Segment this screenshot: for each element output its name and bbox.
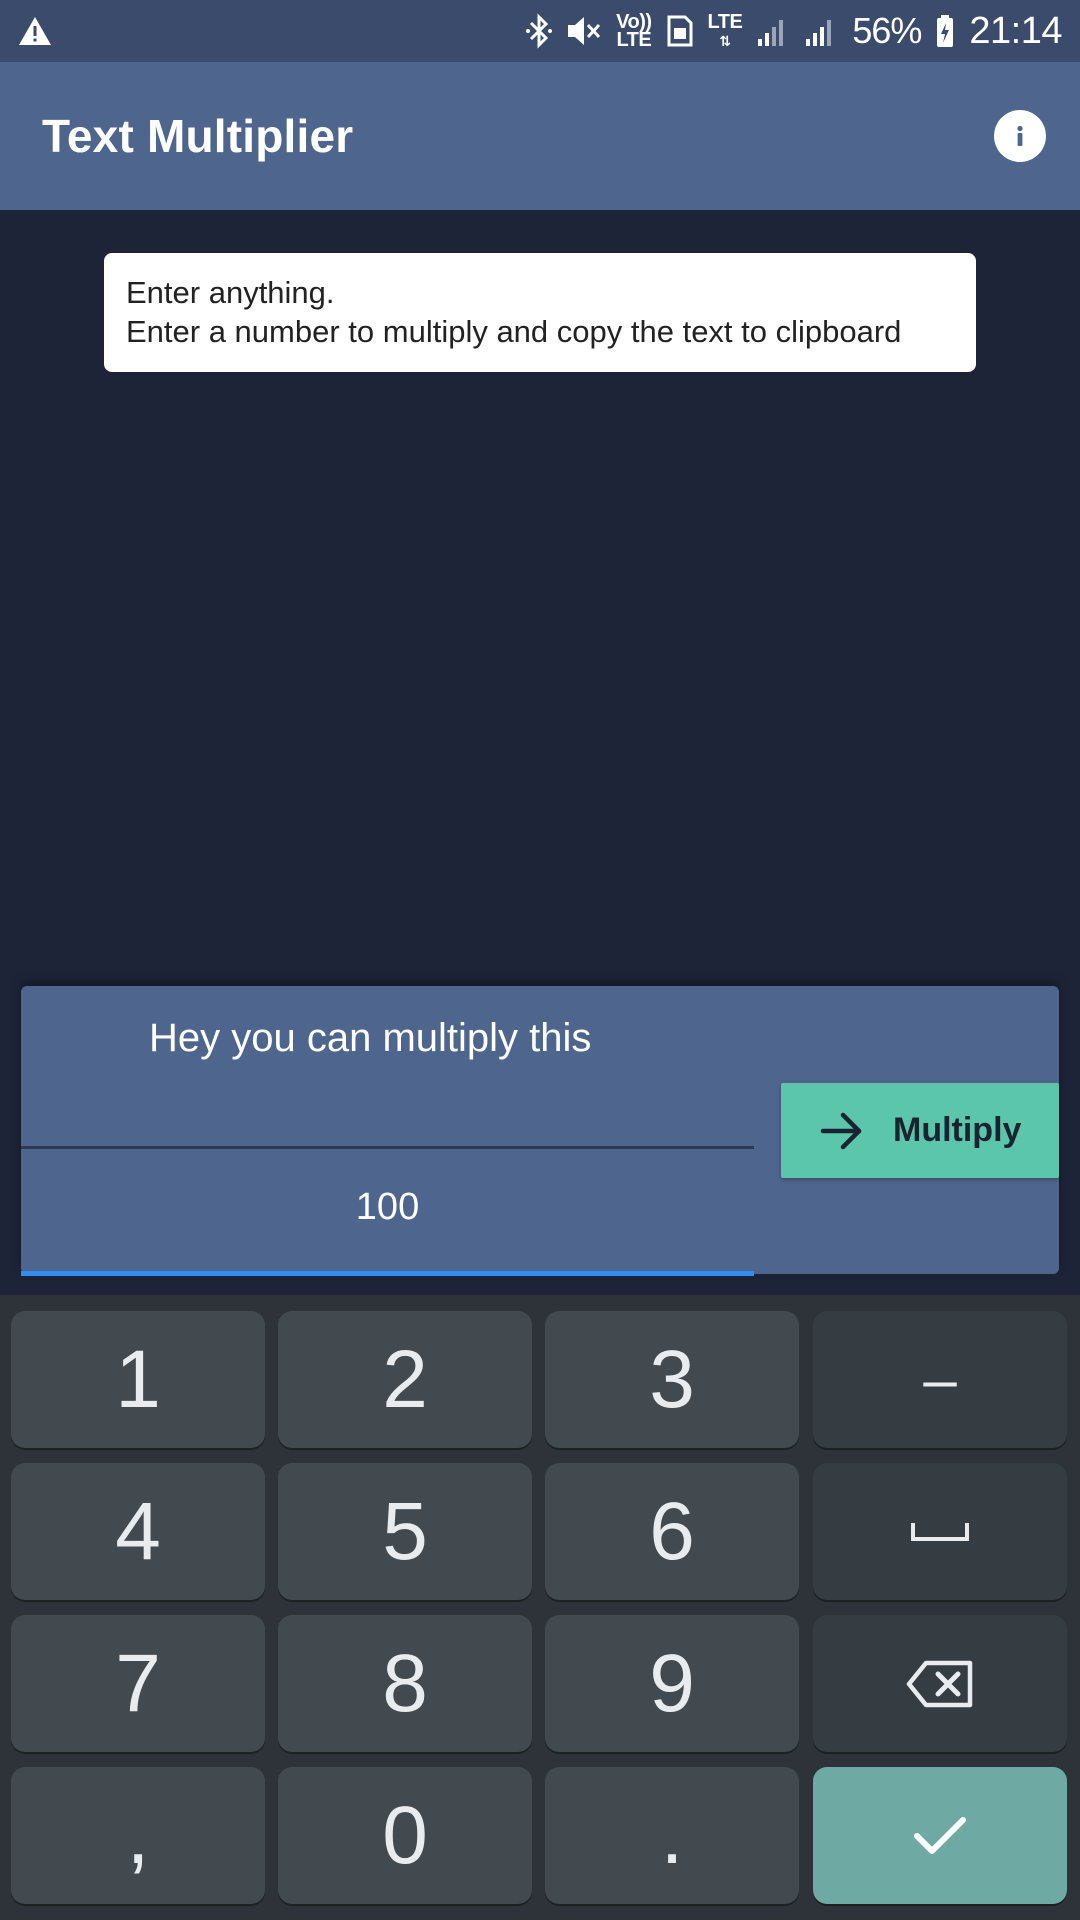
clock: 21:14 — [969, 9, 1062, 52]
key-2-label: 2 — [382, 1333, 428, 1425]
multiplier-input[interactable]: 100 — [21, 1186, 754, 1229]
info-icon — [1006, 122, 1034, 150]
app-bar: Text Multiplier — [0, 62, 1080, 210]
multiply-label: Multiply — [893, 1111, 1022, 1149]
mute-icon — [566, 11, 602, 51]
text-input-underline — [21, 1146, 754, 1149]
key-4-label: 4 — [115, 1485, 161, 1577]
warning-icon — [18, 11, 52, 51]
key-0[interactable]: 0 — [278, 1767, 532, 1904]
app-title: Text Multiplier — [42, 110, 354, 162]
hint-line-1: Enter anything. — [126, 275, 335, 310]
arrow-right-icon — [819, 1111, 865, 1151]
numeric-keyboard: 1 2 3 – 4 5 6 7 8 9 , 0 . — [0, 1295, 1080, 1920]
battery-icon — [935, 11, 955, 51]
status-bar: Vo)) LTE LTE ⇅ 56% 21:14 — [0, 0, 1080, 62]
key-6[interactable]: 6 — [545, 1463, 799, 1600]
volte-label-bottom: LTE — [616, 29, 652, 51]
key-comma[interactable]: , — [11, 1767, 265, 1904]
lte-label: LTE — [707, 10, 743, 33]
key-6-label: 6 — [649, 1485, 695, 1577]
key-5[interactable]: 5 — [278, 1463, 532, 1600]
hint-line-2: Enter a number to multiply and copy the … — [126, 314, 902, 349]
key-dot[interactable]: . — [545, 1767, 799, 1904]
screen: Vo)) LTE LTE ⇅ 56% 21:14 Text Multiplier… — [0, 0, 1080, 1920]
key-comma-label: , — [126, 1789, 150, 1881]
key-4[interactable]: 4 — [11, 1463, 265, 1600]
signal-icon — [756, 11, 790, 51]
input-panel: Hey you can multiply this 100 Multiply — [21, 986, 1059, 1276]
key-done[interactable] — [813, 1767, 1067, 1904]
key-minus[interactable]: – — [813, 1311, 1067, 1448]
multiplier-input-underline — [21, 1271, 754, 1276]
key-backspace[interactable] — [813, 1615, 1067, 1752]
key-dot-label: . — [660, 1789, 684, 1881]
key-2[interactable]: 2 — [278, 1311, 532, 1448]
key-3[interactable]: 3 — [545, 1311, 799, 1448]
key-9-label: 9 — [649, 1637, 695, 1729]
key-3-label: 3 — [649, 1333, 695, 1425]
key-9[interactable]: 9 — [545, 1615, 799, 1752]
text-input[interactable]: Hey you can multiply this — [149, 1016, 591, 1061]
info-button[interactable] — [994, 110, 1046, 162]
space-icon — [910, 1520, 970, 1544]
key-7-label: 7 — [115, 1637, 161, 1729]
key-1-label: 1 — [115, 1333, 161, 1425]
key-minus-label: – — [923, 1346, 957, 1413]
multiply-button[interactable]: Multiply — [781, 1083, 1059, 1178]
key-space[interactable] — [813, 1463, 1067, 1600]
key-7[interactable]: 7 — [11, 1615, 265, 1752]
key-0-label: 0 — [382, 1789, 428, 1881]
lte-icon: LTE ⇅ — [707, 10, 743, 49]
key-1[interactable]: 1 — [11, 1311, 265, 1448]
signal-icon — [804, 11, 838, 51]
hint-card: Enter anything. Enter a number to multip… — [104, 253, 976, 372]
key-8[interactable]: 8 — [278, 1615, 532, 1752]
volte-icon: Vo)) LTE — [616, 11, 652, 51]
bluetooth-icon — [526, 11, 553, 51]
key-8-label: 8 — [382, 1637, 428, 1729]
check-icon — [912, 1814, 968, 1858]
sim-icon — [666, 11, 694, 51]
key-5-label: 5 — [382, 1485, 428, 1577]
backspace-icon — [906, 1659, 974, 1709]
battery-percent: 56% — [852, 10, 922, 51]
